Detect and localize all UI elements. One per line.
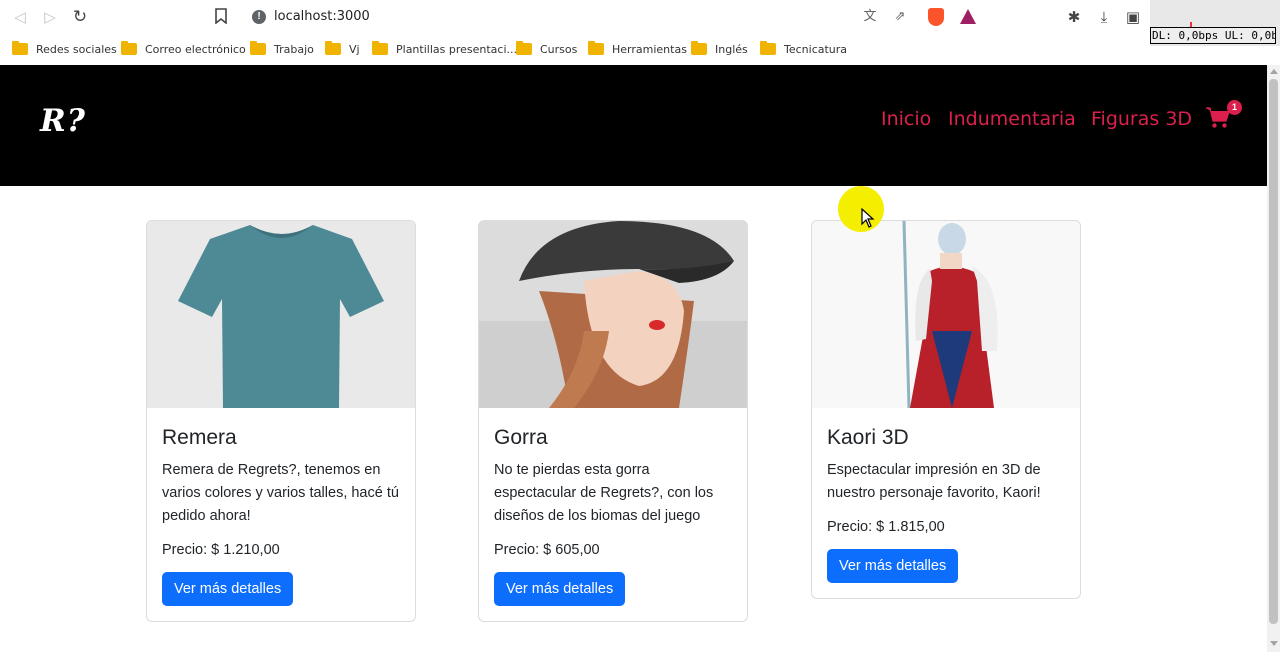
sidebar-icon[interactable]: ▣: [1124, 8, 1142, 26]
scrollbar-thumb[interactable]: [1269, 79, 1278, 624]
bookmark-folder[interactable]: Trabajo: [250, 39, 314, 59]
view-details-button[interactable]: Ver más detalles: [162, 572, 294, 606]
cart-icon[interactable]: [1206, 107, 1230, 129]
page-scrollbar[interactable]: [1267, 65, 1280, 652]
back-icon[interactable]: ◁: [10, 7, 30, 27]
bookmark-label: Redes sociales: [36, 42, 117, 56]
product-description: No te pierdas esta gorra espectacular de…: [494, 462, 714, 524]
nav-link-figuras-3d[interactable]: Figuras 3D: [1091, 108, 1192, 130]
bookmark-label: Vj: [349, 42, 360, 56]
forward-icon[interactable]: ▷: [40, 7, 60, 27]
product-card: Kaori 3D Espectacular impresión en 3D de…: [811, 220, 1081, 599]
bookmark-label: Trabajo: [274, 42, 314, 56]
folder-icon: [325, 41, 341, 55]
bookmark-folder[interactable]: Herramientas: [588, 39, 687, 59]
share-icon[interactable]: ⇗: [892, 9, 908, 25]
folder-icon: [516, 41, 532, 55]
downloads-icon[interactable]: ⤓: [1095, 8, 1113, 26]
mouse-cursor-icon: [861, 208, 875, 228]
site-navbar: R? Inicio Indumentaria Figuras 3D 1: [0, 65, 1267, 186]
site-logo[interactable]: R?: [40, 103, 86, 139]
product-card: Gorra No te pierdas esta gorra espectacu…: [478, 220, 748, 622]
product-card: Remera Remera de Regrets?, tenemos en va…: [146, 220, 416, 622]
product-image-tshirt: [147, 221, 415, 408]
bookmark-folder[interactable]: Plantillas presentaci...: [372, 39, 517, 59]
extensions-icon[interactable]: ✱: [1065, 8, 1083, 26]
translate-icon[interactable]: 文: [862, 9, 878, 25]
folder-icon: [691, 41, 707, 55]
bookmark-folder[interactable]: Cursos: [516, 39, 577, 59]
bookmark-label: Correo electrónico: [145, 42, 246, 56]
scroll-down-icon[interactable]: [1270, 641, 1278, 646]
brave-rewards-icon[interactable]: [960, 9, 976, 24]
network-meter-text: DL: 0,0bps UL: 0,0bps: [1150, 27, 1276, 44]
browser-toolbar: ◁ ▷ ↻ ! localhost:3000 文 ⇗ ✱ ⤓ ▣: [0, 0, 1280, 34]
product-title: Kaori 3D: [827, 426, 909, 449]
folder-icon: [250, 41, 266, 55]
product-price: Precio: $ 1.815,00: [827, 519, 945, 535]
bookmarks-bar: Redes sociales Correo electrónico Trabaj…: [0, 34, 1150, 64]
bookmark-folder[interactable]: Vj: [325, 39, 360, 59]
nav-link-inicio[interactable]: Inicio: [881, 108, 931, 130]
product-image-cap: [479, 221, 747, 408]
product-price: Precio: $ 1.210,00: [162, 542, 280, 558]
product-description: Espectacular impresión en 3D de nuestro …: [827, 462, 1041, 501]
folder-icon: [12, 41, 28, 55]
bookmark-folder[interactable]: Inglés: [691, 39, 748, 59]
woman-cap-image: [479, 221, 747, 408]
network-meter: DL: 0,0bps UL: 0,0bps: [1150, 0, 1280, 46]
bookmark-label: Cursos: [540, 42, 578, 56]
nav-link-indumentaria[interactable]: Indumentaria: [948, 108, 1076, 130]
address-bar[interactable]: ! localhost:3000 文 ⇗: [240, 5, 984, 29]
view-details-button[interactable]: Ver más detalles: [494, 572, 626, 606]
brave-shields-icon[interactable]: [928, 8, 944, 26]
bookmark-label: Inglés: [715, 42, 748, 56]
bookmark-folder[interactable]: Tecnicatura: [760, 39, 847, 59]
page-viewport: R? Inicio Indumentaria Figuras 3D 1 Reme…: [0, 65, 1267, 652]
bookmark-label: Tecnicatura: [784, 42, 848, 56]
url-text[interactable]: localhost:3000: [274, 9, 370, 24]
bookmark-label: Plantillas presentaci...: [396, 42, 517, 56]
product-price: Precio: $ 605,00: [494, 542, 600, 558]
anime-figure-image: [812, 221, 1080, 408]
bookmark-folder[interactable]: Redes sociales: [12, 39, 117, 59]
product-image-figure: [812, 221, 1080, 408]
folder-icon: [588, 41, 604, 55]
site-info-icon[interactable]: !: [252, 10, 266, 24]
bookmark-page-icon[interactable]: [215, 8, 227, 24]
tshirt-image: [178, 225, 384, 408]
folder-icon: [121, 41, 137, 55]
view-details-button[interactable]: Ver más detalles: [827, 549, 959, 583]
product-title: Gorra: [494, 426, 548, 449]
bookmark-label: Herramientas: [612, 42, 687, 56]
folder-icon: [760, 41, 776, 55]
bookmark-folder[interactable]: Correo electrónico: [121, 39, 246, 59]
reload-icon[interactable]: ↻: [70, 7, 90, 27]
cart-count-badge: 1: [1227, 100, 1242, 115]
folder-icon: [372, 41, 388, 55]
scroll-up-icon[interactable]: [1270, 69, 1278, 74]
product-description: Remera de Regrets?, tenemos en varios co…: [162, 462, 399, 524]
product-title: Remera: [162, 426, 237, 449]
